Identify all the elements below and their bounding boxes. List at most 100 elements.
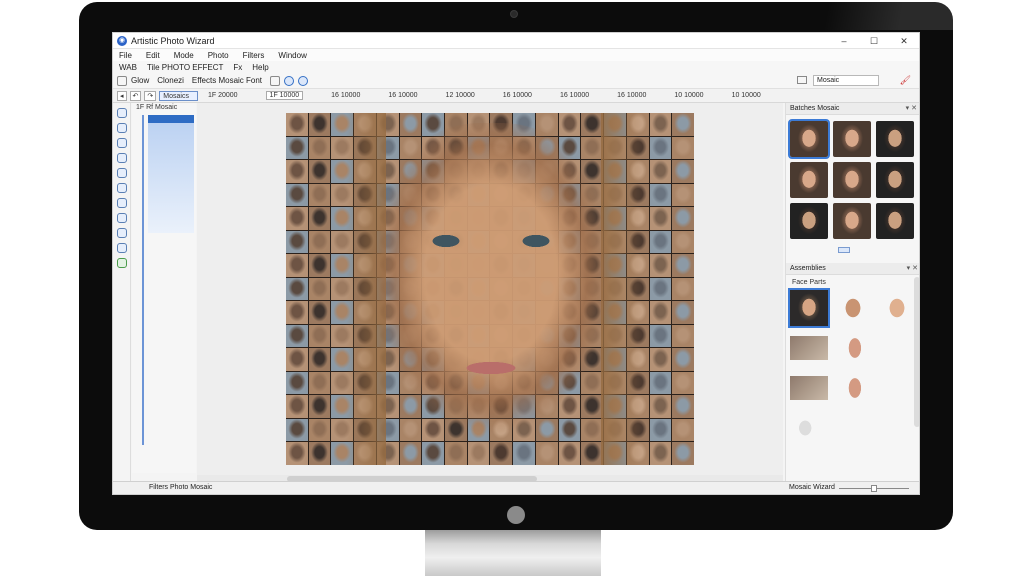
status-left-text: Filters Photo Mosaic (149, 484, 213, 491)
mosaic-tile (649, 395, 672, 418)
ruler-tick: 12 10000 (445, 92, 475, 99)
pen-tool-icon[interactable] (116, 198, 127, 208)
face-thumbnail[interactable] (833, 203, 871, 239)
mosaic-tile (649, 136, 672, 160)
menu-window[interactable]: Window (278, 51, 306, 60)
mosaic-search-input[interactable]: Mosaic (813, 75, 879, 86)
ruler-tick: 16 10000 (617, 92, 647, 99)
assemblies-panel-title: Assemblies (790, 265, 826, 272)
clone-tool-icon[interactable] (116, 168, 127, 178)
face-thumbnail[interactable] (788, 119, 830, 159)
panel-controls[interactable]: ▾ ✕ (907, 263, 918, 275)
asset-thumbnail[interactable] (834, 370, 872, 406)
mosaic-tile (649, 254, 672, 277)
ruler-tick: 16 10000 (502, 92, 532, 99)
layers-header: 1F Rf Mosaic (136, 104, 178, 111)
wand-tool-icon[interactable] (116, 183, 127, 193)
asset-thumbnail[interactable] (790, 376, 828, 400)
mode-dropdown[interactable]: Mosaics (159, 90, 198, 101)
asset-thumbnail[interactable] (834, 290, 872, 326)
mosaic-tile (308, 160, 331, 183)
ruler-tick: 16 10000 (559, 92, 590, 99)
mosaic-tile (672, 395, 694, 418)
asset-thumbnail[interactable] (790, 336, 828, 360)
brush-icon[interactable]: 🖌 (900, 75, 911, 86)
asset-thumbnail[interactable] (878, 290, 916, 326)
ruler-tick: 16 10000 (388, 92, 418, 99)
fill-tool-icon[interactable] (116, 228, 127, 238)
options-ruler: ◂ ↶ ↷ Mosaics 1F 20000 1F 10000 16 10000… (113, 89, 919, 103)
menu-photo[interactable]: Photo (208, 51, 229, 60)
face-thumbnail[interactable] (833, 162, 871, 198)
face-thumbnail[interactable] (876, 162, 914, 198)
mosaic-tile (649, 230, 672, 254)
menu-file[interactable]: File (119, 51, 132, 60)
back-button[interactable]: ◂ (117, 90, 127, 101)
zoom-knob[interactable] (871, 485, 877, 492)
mosaic-tile (649, 418, 672, 442)
toolbar-item-tile-effect[interactable]: Tile PHOTO EFFECT (147, 63, 223, 72)
toolbar-item-fx[interactable]: Fx (233, 63, 242, 72)
eraser-tool-icon[interactable] (116, 153, 127, 163)
canvas-area[interactable] (197, 103, 783, 475)
mosaic-tile (672, 183, 694, 207)
maximize-button[interactable]: ☐ (859, 33, 889, 49)
view-icon[interactable] (797, 76, 807, 84)
faces-grid (786, 115, 919, 239)
face-thumbnail[interactable] (790, 203, 828, 239)
minimize-button[interactable]: – (829, 33, 859, 49)
mosaic-tile (308, 371, 331, 395)
toolbar-glow[interactable]: Glow (131, 76, 149, 85)
asset-thumbnail[interactable] (834, 330, 872, 366)
vertical-scrollbar[interactable] (914, 277, 919, 427)
assemblies-panel-header: Assemblies ▾ ✕ (786, 263, 919, 275)
undo-button[interactable]: ↶ (129, 90, 142, 101)
image-tool-icon[interactable] (116, 258, 127, 268)
status-bar: Filters Photo Mosaic Mosaic Wizard (113, 481, 919, 494)
frame-icon[interactable] (270, 75, 281, 86)
toolbar-primary: WAB Tile PHOTO EFFECT Fx Help (113, 61, 919, 73)
picker-tool-icon[interactable] (116, 243, 127, 253)
toolbar-clone[interactable]: Clonezi (157, 76, 184, 85)
redo-button[interactable]: ↷ (144, 90, 157, 101)
face-thumbnail[interactable] (876, 203, 914, 239)
face-thumbnail[interactable] (790, 162, 828, 198)
tool-strip (113, 103, 131, 483)
face-parts-label: Face Parts (792, 279, 826, 286)
brush-tool-icon[interactable] (116, 123, 127, 133)
menu-filters[interactable]: Filters (243, 51, 265, 60)
mosaic-tile (308, 324, 331, 348)
mosaic-tile (286, 230, 308, 254)
toolbar-effects-font[interactable]: Effects Mosaic Font (192, 76, 262, 85)
toolbar-item-wab[interactable]: WAB (119, 63, 137, 72)
asset-thumbnail[interactable] (790, 410, 828, 446)
asset-thumbnail[interactable] (788, 288, 830, 328)
right-panels: Batches Mosaic ▾ ✕ Assemblies ▾ ✕ Face P… (785, 103, 919, 493)
menu-bar: File Edit Mode Photo Filters Window (113, 49, 919, 61)
mosaic-tile (308, 442, 331, 465)
app-window: ◉ Artistic Photo Wizard – ☐ ✕ File Edit … (112, 32, 920, 495)
layer-slider[interactable] (142, 115, 144, 445)
face-thumbnail[interactable] (876, 121, 914, 157)
layer-selected[interactable] (148, 115, 194, 123)
panel-controls[interactable]: ▾ ✕ (906, 103, 917, 115)
mosaic-tile (672, 254, 694, 277)
mosaic-tile (672, 324, 694, 348)
crop-icon[interactable] (117, 75, 127, 86)
photo-mosaic-canvas[interactable] (286, 113, 694, 465)
close-button[interactable]: ✕ (889, 33, 919, 49)
layer-gradient (148, 123, 194, 233)
toolbar-item-help[interactable]: Help (252, 63, 268, 72)
ruler-tick: 10 10000 (674, 92, 704, 99)
bezel-glare (773, 2, 953, 30)
lasso-tool-icon[interactable] (116, 138, 127, 148)
face-thumbnail[interactable] (833, 121, 871, 157)
mosaic-tile (308, 301, 331, 324)
shape-tool-icon[interactable] (116, 213, 127, 223)
menu-mode[interactable]: Mode (174, 51, 194, 60)
expand-icon[interactable] (838, 247, 850, 253)
menu-edit[interactable]: Edit (146, 51, 160, 60)
select-tool-icon[interactable] (116, 108, 127, 118)
globe-icon[interactable] (284, 75, 295, 86)
palette-icon[interactable] (298, 75, 309, 86)
